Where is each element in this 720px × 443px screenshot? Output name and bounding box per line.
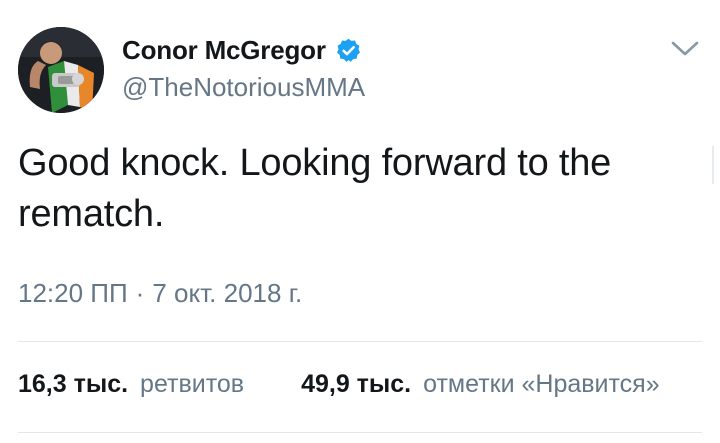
author-row: Conor McGregor xyxy=(122,33,362,67)
avatar-photo xyxy=(18,27,104,113)
chevron-down-icon[interactable] xyxy=(670,38,700,60)
avatar[interactable] xyxy=(18,27,104,113)
likes-count: 49,9 тыс. xyxy=(301,370,412,398)
display-name[interactable]: Conor McGregor xyxy=(122,35,326,66)
retweets-count: 16,3 тыс. xyxy=(18,370,129,398)
likes-label: отметки «Нравится» xyxy=(423,370,660,398)
tweet-time: 12:20 ПП xyxy=(18,278,128,308)
divider xyxy=(18,341,702,342)
tweet-timestamp[interactable]: 12:20 ПП · 7 окт. 2018 г. xyxy=(18,278,302,309)
tweet-stats: 16,3 тыс. ретвитов 49,9 тыс. отметки «Нр… xyxy=(18,370,720,399)
timestamp-separator: · xyxy=(135,278,145,308)
tweet-card: Conor McGregor @TheNotoriousMMA Good kno… xyxy=(0,0,720,443)
retweets-stat[interactable]: 16,3 тыс. ретвитов xyxy=(18,370,244,399)
author-handle[interactable]: @TheNotoriousMMA xyxy=(122,72,365,103)
media-edge xyxy=(712,146,714,184)
retweets-label: ретвитов xyxy=(140,370,245,398)
verified-badge-icon xyxy=(335,37,362,64)
divider xyxy=(18,432,702,433)
tweet-date: 7 окт. 2018 г. xyxy=(152,278,303,308)
tweet-text: Good knock. Looking forward to the remat… xyxy=(18,142,612,235)
likes-stat[interactable]: 49,9 тыс. отметки «Нравится» xyxy=(301,370,660,399)
